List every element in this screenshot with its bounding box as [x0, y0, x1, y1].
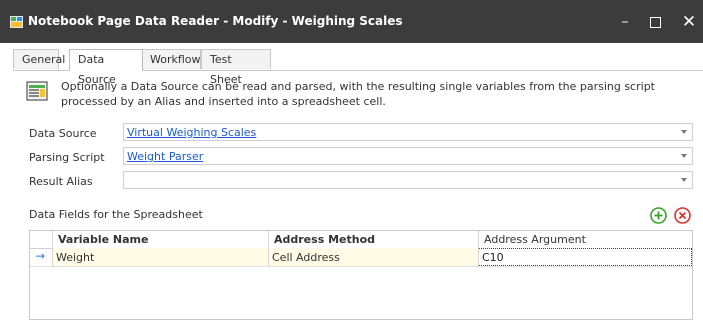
app-icon	[10, 16, 23, 28]
table-row[interactable]: → Weight Cell Address C10	[30, 248, 692, 267]
column-address-method[interactable]: Address Method	[274, 233, 375, 246]
column-address-argument[interactable]: Address Argument	[484, 233, 586, 246]
data-source-label: Data Source	[29, 127, 97, 140]
tab-test-sheet[interactable]: Test Sheet	[201, 49, 271, 86]
result-alias-combo[interactable]	[123, 171, 693, 189]
column-variable-name[interactable]: Variable Name	[58, 233, 148, 246]
maximize-icon	[649, 16, 661, 28]
cell-address-argument-editor[interactable]: C10	[478, 248, 692, 266]
tab-workflow[interactable]: Workflow	[141, 49, 201, 69]
close-button[interactable]: ✕	[674, 10, 703, 34]
column-divider	[478, 231, 479, 267]
dropdown-arrow-icon[interactable]	[681, 154, 687, 158]
dropdown-arrow-icon[interactable]	[681, 178, 687, 182]
parsing-script-label: Parsing Script	[29, 151, 105, 164]
cell-address-method[interactable]: Cell Address	[272, 251, 340, 264]
tab-data-source[interactable]: Data Source	[69, 49, 143, 86]
column-divider	[52, 231, 53, 267]
cell-variable-name[interactable]: Weight	[56, 251, 94, 264]
window-title: Notebook Page Data Reader - Modify - Wei…	[28, 14, 403, 28]
result-alias-label: Result Alias	[29, 175, 93, 188]
column-divider	[268, 231, 269, 267]
data-source-value[interactable]: Virtual Weighing Scales	[127, 126, 256, 139]
title-bar: Notebook Page Data Reader - Modify - Wei…	[0, 0, 703, 43]
data-fields-label: Data Fields for the Spreadsheet	[29, 208, 203, 221]
row-indicator-arrow-icon: →	[35, 249, 46, 263]
dropdown-arrow-icon[interactable]	[681, 130, 687, 134]
parsing-script-combo[interactable]: Weight Parser	[123, 147, 693, 165]
data-fields-grid[interactable]: Variable Name Address Method Address Arg…	[29, 230, 693, 320]
tab-general[interactable]: General	[13, 49, 65, 69]
add-circle-icon[interactable]	[650, 207, 667, 224]
data-source-combo[interactable]: Virtual Weighing Scales	[123, 123, 693, 141]
info-description: Optionally a Data Source can be read and…	[61, 80, 655, 108]
grid-header: Variable Name Address Method Address Arg…	[30, 231, 692, 249]
tab-strip: General Data Source Workflow Test Sheet	[13, 49, 703, 86]
minimize-button[interactable]: –	[610, 10, 640, 34]
cell-address-argument[interactable]: C10	[482, 251, 504, 264]
parsing-script-value[interactable]: Weight Parser	[127, 150, 203, 163]
info-sheet-icon	[26, 81, 48, 101]
delete-circle-icon[interactable]	[674, 207, 691, 224]
maximize-button[interactable]	[640, 10, 670, 34]
